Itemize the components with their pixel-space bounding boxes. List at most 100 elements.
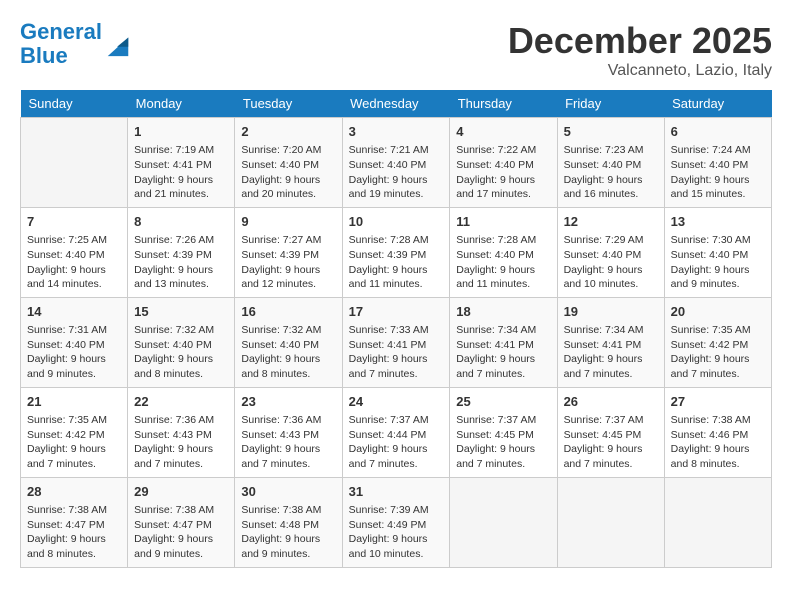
day-number: 8	[134, 213, 228, 231]
day-number: 25	[456, 393, 550, 411]
calendar-cell: 28 Sunrise: 7:38 AM Sunset: 4:47 PM Dayli…	[21, 477, 128, 567]
calendar-cell	[21, 118, 128, 208]
weekday-header: Sunday	[21, 90, 128, 118]
day-info: Sunrise: 7:26 AM Sunset: 4:39 PM Dayligh…	[134, 233, 228, 292]
weekday-header: Monday	[128, 90, 235, 118]
day-number: 14	[27, 303, 121, 321]
weekday-header: Wednesday	[342, 90, 450, 118]
day-number: 6	[671, 123, 765, 141]
calendar-cell: 27 Sunrise: 7:38 AM Sunset: 4:46 PM Dayli…	[664, 387, 771, 477]
day-info: Sunrise: 7:35 AM Sunset: 4:42 PM Dayligh…	[671, 323, 765, 382]
day-info: Sunrise: 7:38 AM Sunset: 4:47 PM Dayligh…	[134, 503, 228, 562]
day-info: Sunrise: 7:37 AM Sunset: 4:45 PM Dayligh…	[456, 413, 550, 472]
day-number: 9	[241, 213, 335, 231]
calendar-cell: 10Sunrise: 7:28 AM Sunset: 4:39 PM Dayli…	[342, 207, 450, 297]
calendar-cell: 19 Sunrise: 7:34 AM Sunset: 4:41 PM Dayli…	[557, 297, 664, 387]
calendar-cell: 12Sunrise: 7:29 AM Sunset: 4:40 PM Dayli…	[557, 207, 664, 297]
day-number: 29	[134, 483, 228, 501]
calendar-cell: 16 Sunrise: 7:32 AM Sunset: 4:40 PM Dayli…	[235, 297, 342, 387]
page-header: General Blue December 2025 Valcanneto, L…	[20, 20, 772, 80]
day-number: 18	[456, 303, 550, 321]
day-info: Sunrise: 7:24 AM Sunset: 4:40 PM Dayligh…	[671, 143, 765, 202]
day-info: Sunrise: 7:30 AM Sunset: 4:40 PM Dayligh…	[671, 233, 765, 292]
day-info: Sunrise: 7:32 AM Sunset: 4:40 PM Dayligh…	[241, 323, 335, 382]
calendar-cell	[450, 477, 557, 567]
calendar-cell: 23 Sunrise: 7:36 AM Sunset: 4:43 PM Dayli…	[235, 387, 342, 477]
day-info: Sunrise: 7:37 AM Sunset: 4:45 PM Dayligh…	[564, 413, 658, 472]
logo-text: General Blue	[20, 20, 102, 68]
day-info: Sunrise: 7:37 AM Sunset: 4:44 PM Dayligh…	[349, 413, 444, 472]
day-number: 28	[27, 483, 121, 501]
day-info: Sunrise: 7:35 AM Sunset: 4:42 PM Dayligh…	[27, 413, 121, 472]
calendar-cell: 22Sunrise: 7:36 AM Sunset: 4:43 PM Dayli…	[128, 387, 235, 477]
weekday-header: Tuesday	[235, 90, 342, 118]
calendar-week-row: 7 Sunrise: 7:25 AM Sunset: 4:40 PM Daylig…	[21, 207, 772, 297]
weekday-header: Friday	[557, 90, 664, 118]
calendar-week-row: 28 Sunrise: 7:38 AM Sunset: 4:47 PM Dayli…	[21, 477, 772, 567]
day-number: 11	[456, 213, 550, 231]
calendar-cell: 6 Sunrise: 7:24 AM Sunset: 4:40 PM Daylig…	[664, 118, 771, 208]
calendar-week-row: 14 Sunrise: 7:31 AM Sunset: 4:40 PM Dayli…	[21, 297, 772, 387]
day-number: 12	[564, 213, 658, 231]
day-info: Sunrise: 7:39 AM Sunset: 4:49 PM Dayligh…	[349, 503, 444, 562]
day-number: 3	[349, 123, 444, 141]
day-info: Sunrise: 7:21 AM Sunset: 4:40 PM Dayligh…	[349, 143, 444, 202]
day-info: Sunrise: 7:38 AM Sunset: 4:48 PM Dayligh…	[241, 503, 335, 562]
calendar-week-row: 1Sunrise: 7:19 AM Sunset: 4:41 PM Daylig…	[21, 118, 772, 208]
day-number: 7	[27, 213, 121, 231]
calendar-cell: 15 Sunrise: 7:32 AM Sunset: 4:40 PM Dayli…	[128, 297, 235, 387]
calendar-cell: 18Sunrise: 7:34 AM Sunset: 4:41 PM Dayli…	[450, 297, 557, 387]
day-info: Sunrise: 7:34 AM Sunset: 4:41 PM Dayligh…	[564, 323, 658, 382]
day-info: Sunrise: 7:28 AM Sunset: 4:40 PM Dayligh…	[456, 233, 550, 292]
day-info: Sunrise: 7:31 AM Sunset: 4:40 PM Dayligh…	[27, 323, 121, 382]
day-number: 30	[241, 483, 335, 501]
day-number: 1	[134, 123, 228, 141]
calendar-table: SundayMondayTuesdayWednesdayThursdayFrid…	[20, 90, 772, 568]
day-info: Sunrise: 7:38 AM Sunset: 4:47 PM Dayligh…	[27, 503, 121, 562]
month-title: December 2025	[508, 20, 772, 62]
day-number: 27	[671, 393, 765, 411]
day-number: 21	[27, 393, 121, 411]
calendar-cell: 17 Sunrise: 7:33 AM Sunset: 4:41 PM Dayli…	[342, 297, 450, 387]
day-number: 13	[671, 213, 765, 231]
calendar-cell: 30 Sunrise: 7:38 AM Sunset: 4:48 PM Dayli…	[235, 477, 342, 567]
calendar-cell	[664, 477, 771, 567]
day-info: Sunrise: 7:22 AM Sunset: 4:40 PM Dayligh…	[456, 143, 550, 202]
calendar-cell: 21 Sunrise: 7:35 AM Sunset: 4:42 PM Dayli…	[21, 387, 128, 477]
day-number: 19	[564, 303, 658, 321]
calendar-cell: 20Sunrise: 7:35 AM Sunset: 4:42 PM Dayli…	[664, 297, 771, 387]
day-info: Sunrise: 7:20 AM Sunset: 4:40 PM Dayligh…	[241, 143, 335, 202]
day-number: 31	[349, 483, 444, 501]
day-info: Sunrise: 7:32 AM Sunset: 4:40 PM Dayligh…	[134, 323, 228, 382]
weekday-header: Thursday	[450, 90, 557, 118]
calendar-cell: 3 Sunrise: 7:21 AM Sunset: 4:40 PM Daylig…	[342, 118, 450, 208]
logo-icon	[104, 30, 132, 58]
day-number: 23	[241, 393, 335, 411]
day-info: Sunrise: 7:23 AM Sunset: 4:40 PM Dayligh…	[564, 143, 658, 202]
weekday-header-row: SundayMondayTuesdayWednesdayThursdayFrid…	[21, 90, 772, 118]
location: Valcanneto, Lazio, Italy	[508, 62, 772, 80]
day-number: 16	[241, 303, 335, 321]
day-info: Sunrise: 7:25 AM Sunset: 4:40 PM Dayligh…	[27, 233, 121, 292]
calendar-cell: 29 Sunrise: 7:38 AM Sunset: 4:47 PM Dayli…	[128, 477, 235, 567]
day-number: 26	[564, 393, 658, 411]
day-info: Sunrise: 7:36 AM Sunset: 4:43 PM Dayligh…	[241, 413, 335, 472]
calendar-cell: 26 Sunrise: 7:37 AM Sunset: 4:45 PM Dayli…	[557, 387, 664, 477]
calendar-cell: 25 Sunrise: 7:37 AM Sunset: 4:45 PM Dayli…	[450, 387, 557, 477]
day-number: 22	[134, 393, 228, 411]
calendar-cell: 1Sunrise: 7:19 AM Sunset: 4:41 PM Daylig…	[128, 118, 235, 208]
calendar-cell: 5 Sunrise: 7:23 AM Sunset: 4:40 PM Daylig…	[557, 118, 664, 208]
calendar-cell: 31 Sunrise: 7:39 AM Sunset: 4:49 PM Dayli…	[342, 477, 450, 567]
calendar-cell	[557, 477, 664, 567]
day-number: 17	[349, 303, 444, 321]
day-info: Sunrise: 7:27 AM Sunset: 4:39 PM Dayligh…	[241, 233, 335, 292]
calendar-cell: 7 Sunrise: 7:25 AM Sunset: 4:40 PM Daylig…	[21, 207, 128, 297]
day-number: 4	[456, 123, 550, 141]
day-number: 15	[134, 303, 228, 321]
day-number: 5	[564, 123, 658, 141]
day-number: 2	[241, 123, 335, 141]
day-info: Sunrise: 7:33 AM Sunset: 4:41 PM Dayligh…	[349, 323, 444, 382]
day-info: Sunrise: 7:38 AM Sunset: 4:46 PM Dayligh…	[671, 413, 765, 472]
calendar-cell: 2 Sunrise: 7:20 AM Sunset: 4:40 PM Daylig…	[235, 118, 342, 208]
calendar-cell: 24Sunrise: 7:37 AM Sunset: 4:44 PM Dayli…	[342, 387, 450, 477]
